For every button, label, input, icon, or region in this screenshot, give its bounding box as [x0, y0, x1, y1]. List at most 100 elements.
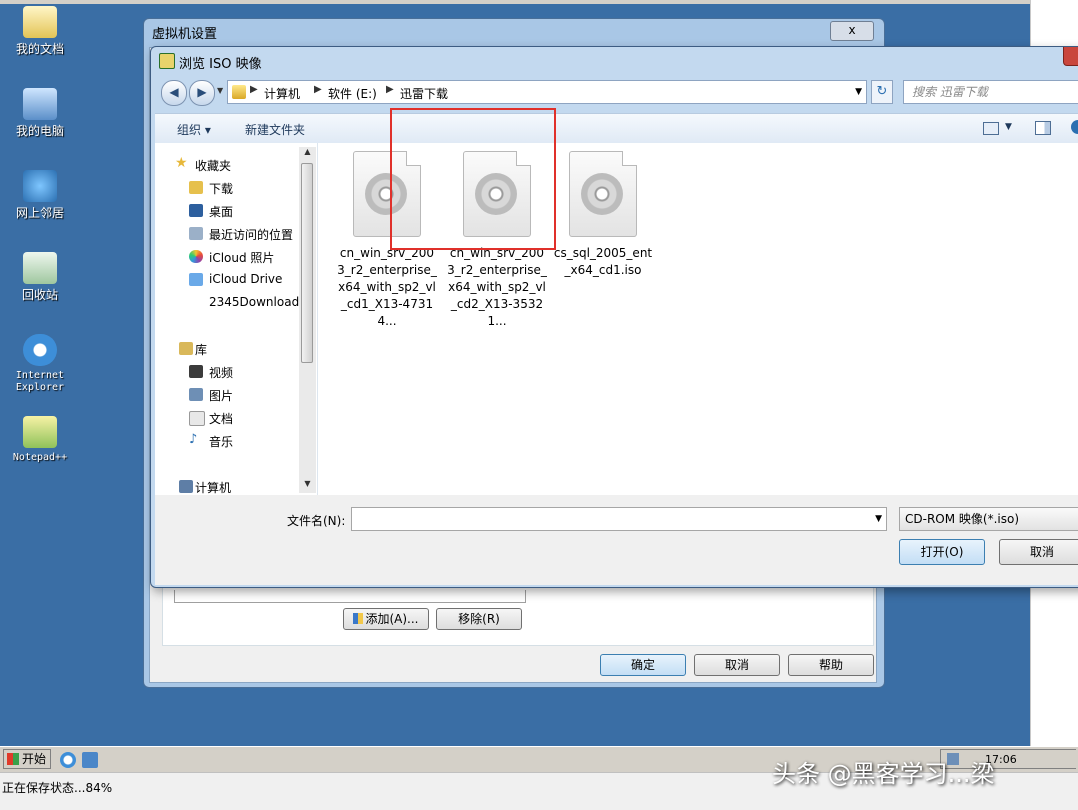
open-button[interactable]: 打开(O)	[899, 539, 985, 565]
add-button[interactable]: 添加(A)...	[343, 608, 429, 630]
file-name: cn_win_srv_2003_r2_enterprise_x64_with_s…	[447, 246, 547, 328]
quicklaunch-app-icon[interactable]	[82, 752, 98, 768]
start-label: 开始	[21, 752, 46, 766]
start-button[interactable]: 开始	[3, 749, 51, 769]
new-folder-button[interactable]: 新建文件夹	[245, 121, 305, 138]
scrollbar-thumb[interactable]	[301, 163, 313, 363]
filetype-value: CD-ROM 映像(*.iso)	[905, 512, 1020, 526]
video-library-icon	[189, 365, 203, 378]
nav-item-2345downloads[interactable]: 2345Downloads	[209, 295, 299, 309]
documents-library-icon	[189, 411, 205, 426]
organize-menu[interactable]: 组织 ▾	[177, 121, 211, 138]
command-toolbar: 组织 ▾ 新建文件夹 ▼	[155, 113, 1078, 145]
back-arrow-icon: ◀	[169, 85, 179, 99]
desktop-folder-icon	[189, 204, 203, 217]
file-item-selected[interactable]: cs_sql_2005_ent_x64_cd1.iso	[553, 151, 653, 279]
nav-item-desktop[interactable]: 桌面	[189, 203, 233, 220]
nav-label: 图片	[209, 389, 234, 403]
refresh-icon: ↻	[876, 84, 888, 99]
remove-button[interactable]: 移除(R)	[436, 608, 522, 630]
view-dropdown-icon[interactable]: ▼	[1005, 122, 1012, 132]
desktop-icon-label: Internet Explorer	[15, 370, 65, 393]
nav-favorites-header[interactable]: ★ 收藏夹	[175, 155, 231, 174]
ok-button[interactable]: 确定	[600, 654, 686, 676]
nav-item-pictures[interactable]: 图片	[189, 387, 234, 404]
forward-button[interactable]: ▶	[189, 80, 215, 106]
nav-label: 2345Downloads	[209, 295, 299, 309]
downloads-folder-icon	[189, 181, 203, 194]
filename-input[interactable]: ▼	[351, 507, 887, 531]
windows-flag-icon	[7, 753, 19, 765]
desktop-icon-network-places[interactable]: 网上邻居	[8, 170, 72, 220]
cancel-button[interactable]: 取消	[694, 654, 780, 676]
breadcrumb-computer[interactable]: 计算机	[264, 85, 300, 102]
search-input[interactable]: 搜索 迅雷下载	[903, 80, 1078, 104]
help-button[interactable]: 帮助	[788, 654, 874, 676]
address-dropdown-icon[interactable]: ▼	[855, 87, 862, 97]
nav-label: 音乐	[209, 435, 234, 449]
dialog-title: 浏览 ISO 映像	[179, 57, 262, 72]
history-dropdown-icon[interactable]: ▼	[217, 86, 223, 95]
iso-disc-icon	[569, 151, 637, 237]
status-text: 正在保存状态...84%	[2, 781, 113, 795]
nav-item-recent-places[interactable]: 最近访问的位置	[189, 226, 293, 243]
computer-icon	[179, 480, 193, 493]
nav-item-icloud-drive[interactable]: iCloud Drive	[189, 272, 282, 286]
my-computer-icon	[23, 88, 57, 120]
vm-settings-title: 虚拟机设置	[152, 27, 218, 42]
nav-label: 下载	[209, 182, 234, 196]
breadcrumb-separator-icon: ▶	[314, 84, 322, 95]
nav-item-icloud-photos[interactable]: iCloud 照片	[189, 249, 275, 266]
preview-pane-icon[interactable]	[1035, 121, 1051, 135]
nav-label: 库	[195, 343, 208, 357]
nav-item-downloads[interactable]: 下载	[189, 180, 234, 197]
scroll-up-icon[interactable]: ▲	[299, 147, 316, 161]
filename-label: 文件名(N):	[287, 514, 346, 528]
desktop-icon-label: Notepad++	[12, 452, 68, 463]
vm-settings-close-button[interactable]: x	[830, 21, 874, 41]
nav-computer-header[interactable]: 计算机	[177, 479, 231, 496]
desktop-icon-recycle-bin[interactable]: 回收站	[8, 252, 72, 302]
dialog-footer: 文件名(N): ▼ CD-ROM 映像(*.iso) 打开(O) 取消	[155, 495, 1078, 585]
desktop-icon-my-documents[interactable]: 我的文档	[8, 6, 72, 56]
filetype-select[interactable]: CD-ROM 映像(*.iso)	[899, 507, 1078, 531]
watermark: 头条 @黑客学习...梁	[772, 760, 995, 788]
quicklaunch-ie-icon[interactable]	[60, 752, 76, 768]
icloud-drive-icon	[189, 273, 203, 286]
filename-dropdown-icon[interactable]: ▼	[875, 514, 882, 524]
nav-label: iCloud 照片	[209, 251, 275, 265]
breadcrumb-separator-icon: ▶	[386, 84, 394, 95]
dialog-cancel-button[interactable]: 取消	[999, 539, 1078, 565]
breadcrumb-drive[interactable]: 软件 (E:)	[328, 85, 377, 102]
recycle-bin-icon	[23, 252, 57, 284]
nav-libraries-header[interactable]: 库	[177, 341, 207, 358]
forward-arrow-icon: ▶	[197, 85, 207, 99]
desktop-icon-internet-explorer[interactable]: Internet Explorer	[8, 334, 72, 394]
dialog-close-button[interactable]	[1063, 47, 1078, 66]
star-icon: ★	[175, 155, 188, 171]
help-icon[interactable]	[1071, 120, 1078, 134]
nav-item-music[interactable]: ♪ 音乐	[189, 432, 234, 450]
desktop-icon-notepad-plus-plus[interactable]: Notepad++	[8, 416, 72, 464]
nav-label: 视频	[209, 366, 234, 380]
nav-item-videos[interactable]: 视频	[189, 364, 234, 381]
highlight-annotation	[390, 108, 556, 250]
scroll-down-icon[interactable]: ▼	[299, 479, 316, 493]
breadcrumb-folder[interactable]: 迅雷下载	[400, 85, 448, 102]
desktop-icon-my-computer[interactable]: 我的电脑	[8, 88, 72, 138]
nav-label: 计算机	[195, 481, 232, 495]
desktop-icon-label: 网上邻居	[15, 206, 64, 220]
refresh-button[interactable]: ↻	[871, 80, 893, 104]
recent-places-icon	[189, 227, 203, 240]
top-window-strip	[0, 0, 1030, 4]
back-button[interactable]: ◀	[161, 80, 187, 106]
desktop-icon-label: 我的文档	[15, 42, 64, 56]
navigation-scrollbar[interactable]: ▲ ▼	[299, 147, 316, 493]
vm-settings-list[interactable]	[174, 590, 526, 603]
desktop-icon-label: 我的电脑	[15, 124, 64, 138]
view-options-icon[interactable]	[983, 122, 999, 135]
library-icon	[179, 342, 193, 355]
address-bar[interactable]: ▶ 计算机 ▶ 软件 (E:) ▶ 迅雷下载 ▼	[227, 80, 867, 104]
nav-item-documents[interactable]: 文档	[189, 410, 233, 427]
desktop-icon-label: 回收站	[21, 288, 58, 302]
